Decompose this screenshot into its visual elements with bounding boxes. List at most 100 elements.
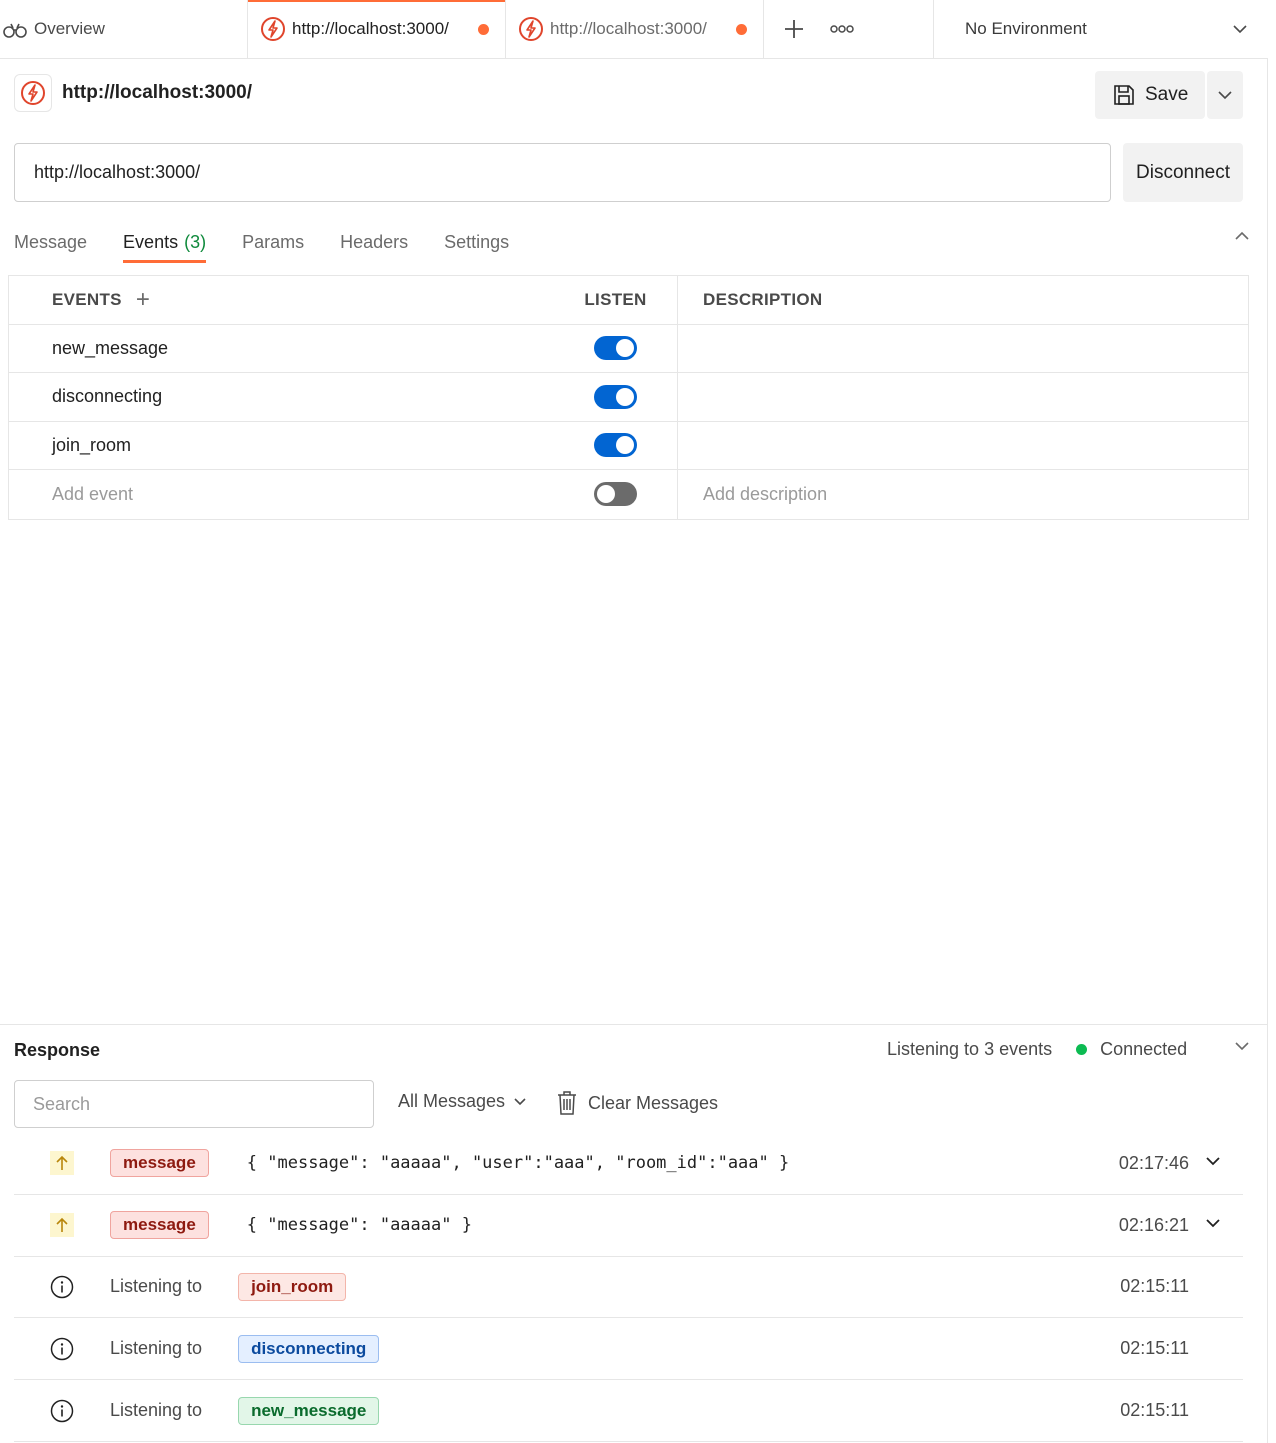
description-column-header: DESCRIPTION	[703, 289, 823, 309]
tab-request-2-label: http://localhost:3000/	[550, 19, 707, 38]
tab-events-label: Events	[123, 231, 179, 252]
connected-indicator	[1076, 1044, 1088, 1055]
message-time: 02:15:11	[1120, 1400, 1189, 1421]
event-description[interactable]	[678, 325, 1248, 373]
tab-params-label: Params	[242, 231, 305, 252]
scrollbar-track	[1267, 58, 1268, 1443]
event-badge: new_message	[238, 1396, 380, 1425]
event-description[interactable]	[678, 422, 1248, 470]
tab-params[interactable]: Params	[242, 222, 304, 262]
socketio-icon	[519, 17, 543, 41]
tab-message[interactable]: Message	[14, 222, 87, 262]
listening-label: Listening to	[110, 1400, 203, 1421]
events-header-label: EVENTS	[52, 289, 122, 309]
message-filter-dropdown[interactable]: All Messages	[398, 1091, 527, 1112]
message-row[interactable]: Listening to disconnecting 02:15:11	[14, 1318, 1243, 1381]
save-icon	[1114, 85, 1134, 105]
event-row: join_room	[9, 421, 1248, 470]
chevron-down-icon	[1218, 91, 1232, 100]
request-type-icon-box	[14, 74, 52, 112]
message-time: 02:15:11	[1120, 1338, 1189, 1359]
tab-settings[interactable]: Settings	[444, 222, 509, 262]
add-event-input[interactable]: Add event	[9, 470, 554, 519]
message-time: 02:16:21	[1118, 1214, 1189, 1235]
message-time: 02:17:46	[1118, 1152, 1189, 1173]
listen-toggle[interactable]	[594, 482, 637, 507]
listen-toggle[interactable]	[594, 384, 637, 409]
environment-selector[interactable]: No Environment	[934, 0, 1268, 58]
response-title: Response	[14, 1040, 101, 1060]
add-event-icon[interactable]: +	[136, 287, 150, 312]
binoculars-icon	[3, 23, 27, 38]
message-body: { "message": "aaaaa", "user":"aaa", "roo…	[246, 1153, 790, 1174]
events-table-header: EVENTS + LISTEN DESCRIPTION	[9, 276, 1248, 325]
arrow-up-icon	[50, 1213, 74, 1238]
event-badge: message	[110, 1211, 209, 1240]
unsaved-dot	[736, 24, 747, 35]
chevron-down-icon[interactable]	[1205, 1218, 1221, 1228]
more-options-icon[interactable]	[830, 24, 854, 34]
tab-events[interactable]: Events (3)	[123, 222, 207, 263]
save-button[interactable]: Save	[1095, 71, 1205, 119]
message-list: message { "message": "aaaaa", "user":"aa…	[14, 1133, 1243, 1442]
tab-overview[interactable]: Overview	[0, 0, 248, 58]
chevron-up-icon[interactable]	[1234, 231, 1250, 241]
message-direction	[14, 1337, 110, 1361]
save-label: Save	[1145, 84, 1189, 105]
message-row[interactable]: Listening to new_message 02:15:11	[14, 1380, 1243, 1442]
response-divider[interactable]	[0, 1024, 1268, 1025]
environment-label: No Environment	[965, 19, 1087, 38]
listening-count: Listening to 3 events	[887, 1039, 1053, 1059]
listening-label: Listening to	[110, 1276, 203, 1297]
listen-cell	[554, 470, 678, 519]
event-badge: disconnecting	[238, 1334, 380, 1363]
listen-cell	[554, 324, 678, 372]
info-icon	[50, 1337, 74, 1361]
listen-toggle[interactable]	[594, 433, 637, 458]
request-subtabs: Message Events (3) Params Headers Setting…	[14, 222, 545, 263]
filter-label: All Messages	[398, 1091, 506, 1111]
listen-toggle[interactable]	[594, 336, 637, 361]
plus-icon[interactable]	[784, 19, 804, 39]
arrow-up-icon	[50, 1151, 74, 1176]
event-description[interactable]	[678, 373, 1248, 421]
search-input[interactable]: Search	[14, 1080, 374, 1128]
add-description-input[interactable]: Add description	[678, 470, 1248, 519]
tab-message-label: Message	[14, 231, 88, 252]
message-direction	[14, 1213, 110, 1238]
tab-bar: Overview http://localhost:3000/ http://l…	[0, 0, 1268, 59]
message-direction	[14, 1151, 110, 1176]
tab-request-active[interactable]: http://localhost:3000/	[248, 0, 506, 58]
listening-label: Listening to	[110, 1338, 203, 1359]
listen-cell	[554, 421, 678, 469]
info-icon	[50, 1399, 74, 1422]
message-row[interactable]: Listening to join_room 02:15:11	[14, 1257, 1243, 1319]
clear-messages-button[interactable]: Clear Messages	[556, 1090, 718, 1116]
message-body: { "message": "aaaaa" }	[246, 1215, 472, 1236]
request-title[interactable]: http://localhost:3000/	[62, 82, 252, 104]
chevron-down-icon	[1233, 25, 1247, 34]
disconnect-button[interactable]: Disconnect	[1123, 143, 1243, 202]
connection-status: Listening to 3 events Connected	[887, 1039, 1187, 1060]
socketio-icon	[21, 81, 45, 105]
save-options-button[interactable]	[1207, 71, 1243, 119]
tab-headers[interactable]: Headers	[340, 222, 408, 262]
info-icon	[50, 1275, 74, 1299]
event-name[interactable]: new_message	[9, 325, 554, 373]
event-row: disconnecting	[9, 373, 1248, 422]
chevron-down-icon[interactable]	[1234, 1041, 1250, 1051]
tab-request-2[interactable]: http://localhost:3000/	[506, 0, 764, 58]
message-row[interactable]: message { "message": "aaaaa", "user":"aa…	[14, 1133, 1243, 1195]
chevron-down-icon[interactable]	[1205, 1156, 1221, 1166]
message-row[interactable]: message { "message": "aaaaa" } 02:16:21	[14, 1195, 1243, 1257]
event-name[interactable]: disconnecting	[9, 373, 554, 421]
message-direction	[14, 1399, 110, 1423]
clear-messages-label: Clear Messages	[588, 1092, 719, 1113]
events-table: EVENTS + LISTEN DESCRIPTION new_message …	[8, 275, 1249, 520]
tab-actions	[764, 0, 934, 58]
url-input[interactable]: http://localhost:3000/	[14, 143, 1111, 202]
unsaved-dot	[478, 24, 489, 35]
add-event-row: Add event Add description	[9, 470, 1248, 519]
event-name[interactable]: join_room	[9, 422, 554, 470]
tab-request-label: http://localhost:3000/	[292, 19, 449, 38]
